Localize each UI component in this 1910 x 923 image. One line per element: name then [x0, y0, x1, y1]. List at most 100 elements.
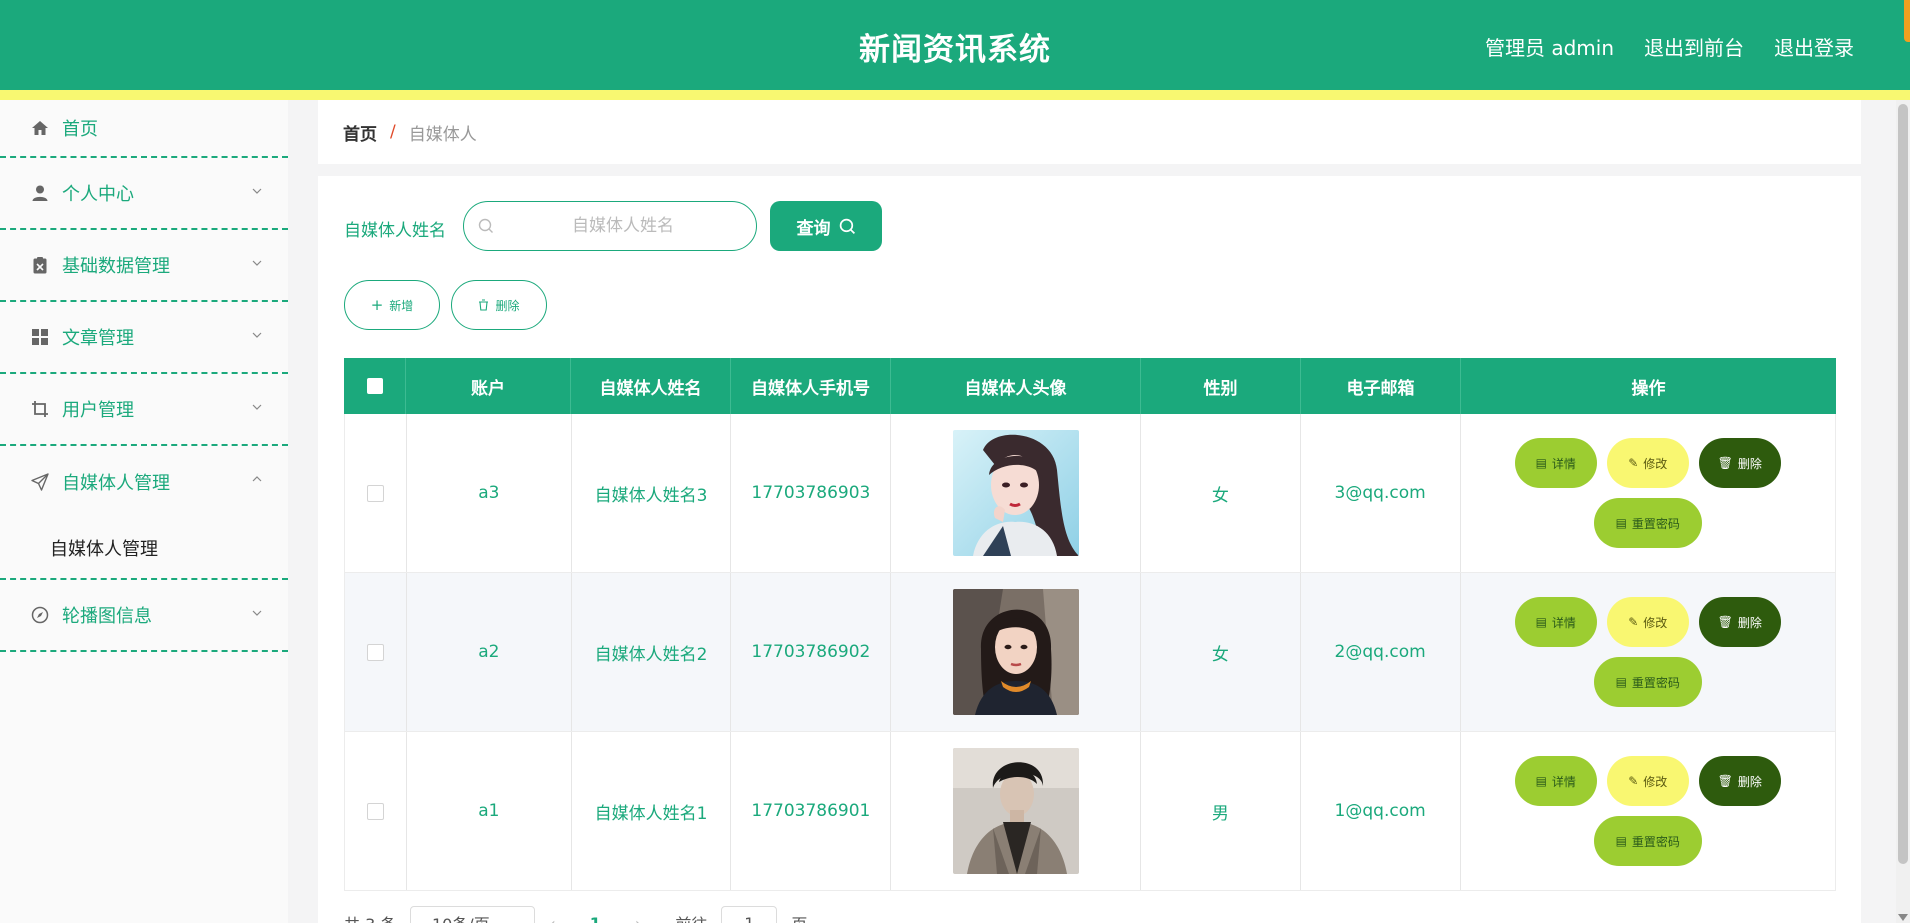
- sidebar-subitem-media-people-manage[interactable]: 自媒体人管理: [0, 518, 288, 580]
- page-scrollbar[interactable]: [1896, 100, 1910, 923]
- sidebar-item-label: 自媒体人管理: [62, 473, 170, 494]
- trash-icon: 🗑: [1717, 615, 1733, 629]
- add-button-label: 新增: [389, 298, 414, 313]
- corner-accent: [1904, 0, 1910, 42]
- row-checkbox[interactable]: [366, 802, 384, 820]
- sidebar-item-label: 轮播图信息: [62, 606, 152, 627]
- cell-email: 2@qq.com: [1301, 573, 1461, 731]
- row-select-cell: [345, 732, 407, 890]
- reset-password-label: 重置密码: [1631, 516, 1680, 531]
- search-input[interactable]: [508, 216, 738, 236]
- row-select-cell: [345, 573, 407, 731]
- bulk-delete-button-label: 删除: [495, 298, 520, 313]
- add-button[interactable]: + 新增: [344, 280, 440, 330]
- chevron-down-icon: [252, 260, 262, 266]
- delete-button[interactable]: 🗑 删除: [1698, 438, 1781, 488]
- delete-label: 删除: [1737, 456, 1762, 471]
- document-icon: ▤: [1615, 834, 1627, 848]
- sidebar-item-label: 用户管理: [62, 400, 134, 421]
- page-size-select[interactable]: 10条/页 ⌄: [410, 906, 536, 923]
- cell-name: 自媒体人姓名1: [572, 732, 732, 890]
- detail-button[interactable]: ▤ 详情: [1514, 438, 1597, 488]
- cell-avatar: [891, 732, 1141, 890]
- breadcrumb-home[interactable]: 首页: [343, 120, 377, 145]
- select-all-checkbox[interactable]: [366, 378, 383, 394]
- row-checkbox[interactable]: [366, 484, 384, 502]
- goto-page-input[interactable]: [721, 906, 778, 923]
- sidebar-item-articles[interactable]: 文章管理: [0, 302, 288, 374]
- sidebar-item-users[interactable]: 用户管理: [0, 374, 288, 446]
- header-actions: 管理员 admin 退出到前台 退出登录: [1485, 32, 1854, 61]
- pencil-icon: ✎: [1628, 615, 1639, 629]
- document-icon: ▤: [1535, 774, 1547, 788]
- chevron-down-icon: [252, 610, 262, 616]
- delete-button[interactable]: 🗑 删除: [1698, 597, 1781, 647]
- page-number[interactable]: 1: [590, 914, 601, 923]
- edit-button[interactable]: ✎ 修改: [1606, 597, 1689, 647]
- cell-phone: 17703786903: [731, 414, 892, 572]
- sidebar-item-home[interactable]: 首页: [0, 100, 288, 158]
- sidebar-item-label: 首页: [62, 119, 98, 140]
- bulk-delete-button[interactable]: 删除: [451, 280, 547, 330]
- cell-account: a1: [407, 732, 572, 890]
- table-row: a2 自媒体人姓名2 17703786902 女 2@qq.com ▤ 详情 ✎…: [344, 573, 1836, 732]
- sidebar-item-carousel[interactable]: 轮播图信息: [0, 580, 288, 652]
- next-page-button[interactable]: ›: [635, 914, 641, 923]
- chevron-down-icon: [252, 188, 262, 194]
- column-header: 电子邮箱: [1301, 358, 1461, 414]
- delete-button[interactable]: 🗑 删除: [1698, 756, 1781, 806]
- scroll-down-arrow[interactable]: [1898, 914, 1908, 921]
- detail-label: 详情: [1551, 774, 1576, 789]
- search-field[interactable]: [463, 201, 757, 251]
- trash-icon: 🗑: [1717, 774, 1733, 788]
- clipboard-icon: [30, 255, 50, 275]
- column-header: 操作: [1631, 378, 1666, 399]
- breadcrumb: 首页 / 自媒体人: [318, 100, 1861, 164]
- chevron-down-icon: [252, 404, 262, 410]
- reset-password-label: 重置密码: [1631, 675, 1680, 690]
- logout-link[interactable]: 退出登录: [1774, 32, 1854, 61]
- query-button[interactable]: 查询: [770, 201, 882, 251]
- table-row: a3 自媒体人姓名3 17703786903 女 3@qq.com ▤ 详情 ✎…: [344, 414, 1836, 573]
- top-header: 新闻资讯系统 管理员 admin 退出到前台 退出登录: [0, 0, 1910, 90]
- reset-password-button[interactable]: ▤ 重置密码: [1593, 498, 1702, 548]
- chevron-down-icon: [252, 332, 262, 338]
- detail-label: 详情: [1551, 615, 1576, 630]
- send-icon: [30, 472, 50, 492]
- detail-button[interactable]: ▤ 详情: [1514, 597, 1597, 647]
- table-row: a1 自媒体人姓名1 17703786901 男 1@qq.com ▤ 详情 ✎…: [344, 732, 1836, 891]
- column-header: 自媒体人手机号: [731, 358, 891, 414]
- row-checkbox[interactable]: [366, 643, 384, 661]
- row-select-cell: [345, 414, 407, 572]
- sidebar: 首页 个人中心 基础数据管理 文章管理 用户管理 自媒体人管理 自媒体人管理 轮…: [0, 100, 288, 923]
- cell-gender: 女: [1141, 573, 1301, 731]
- media-people-table: 账户 自媒体人姓名 自媒体人手机号 自媒体人头像 性别 电子邮箱 操作 a3 自…: [344, 358, 1836, 891]
- detail-button[interactable]: ▤ 详情: [1514, 756, 1597, 806]
- prev-page-button[interactable]: ‹: [549, 914, 555, 923]
- current-user: 管理员 admin: [1484, 36, 1614, 60]
- sidebar-item-basic-data[interactable]: 基础数据管理: [0, 230, 288, 302]
- goto-suffix: 页: [791, 911, 807, 923]
- cell-avatar: [891, 414, 1141, 572]
- edit-button[interactable]: ✎ 修改: [1606, 756, 1689, 806]
- cell-phone: 17703786901: [731, 732, 892, 890]
- scrollbar-thumb[interactable]: [1898, 104, 1908, 864]
- compass-icon: [30, 605, 50, 625]
- sidebar-item-personal-center[interactable]: 个人中心: [0, 158, 288, 230]
- reset-password-button[interactable]: ▤ 重置密码: [1593, 816, 1702, 866]
- header-select-all[interactable]: [344, 358, 406, 414]
- header-accent-strip: [0, 90, 1910, 100]
- crop-icon: [30, 399, 50, 419]
- cell-account: a3: [407, 414, 572, 572]
- cell-name: 自媒体人姓名2: [572, 573, 732, 731]
- search-icon: [478, 218, 493, 233]
- grid-icon: [30, 327, 50, 347]
- sidebar-item-media-people[interactable]: 自媒体人管理: [0, 446, 288, 518]
- trash-icon: 🗑: [1717, 456, 1733, 470]
- reset-password-button[interactable]: ▤ 重置密码: [1593, 657, 1702, 707]
- cell-operations: ▤ 详情 ✎ 修改 🗑 删除 ▤ 重置密码: [1461, 732, 1836, 890]
- edit-button[interactable]: ✎ 修改: [1606, 438, 1689, 488]
- exit-to-front-link[interactable]: 退出到前台: [1644, 32, 1744, 61]
- trash-icon: [479, 299, 489, 311]
- sidebar-item-label: 基础数据管理: [62, 256, 170, 277]
